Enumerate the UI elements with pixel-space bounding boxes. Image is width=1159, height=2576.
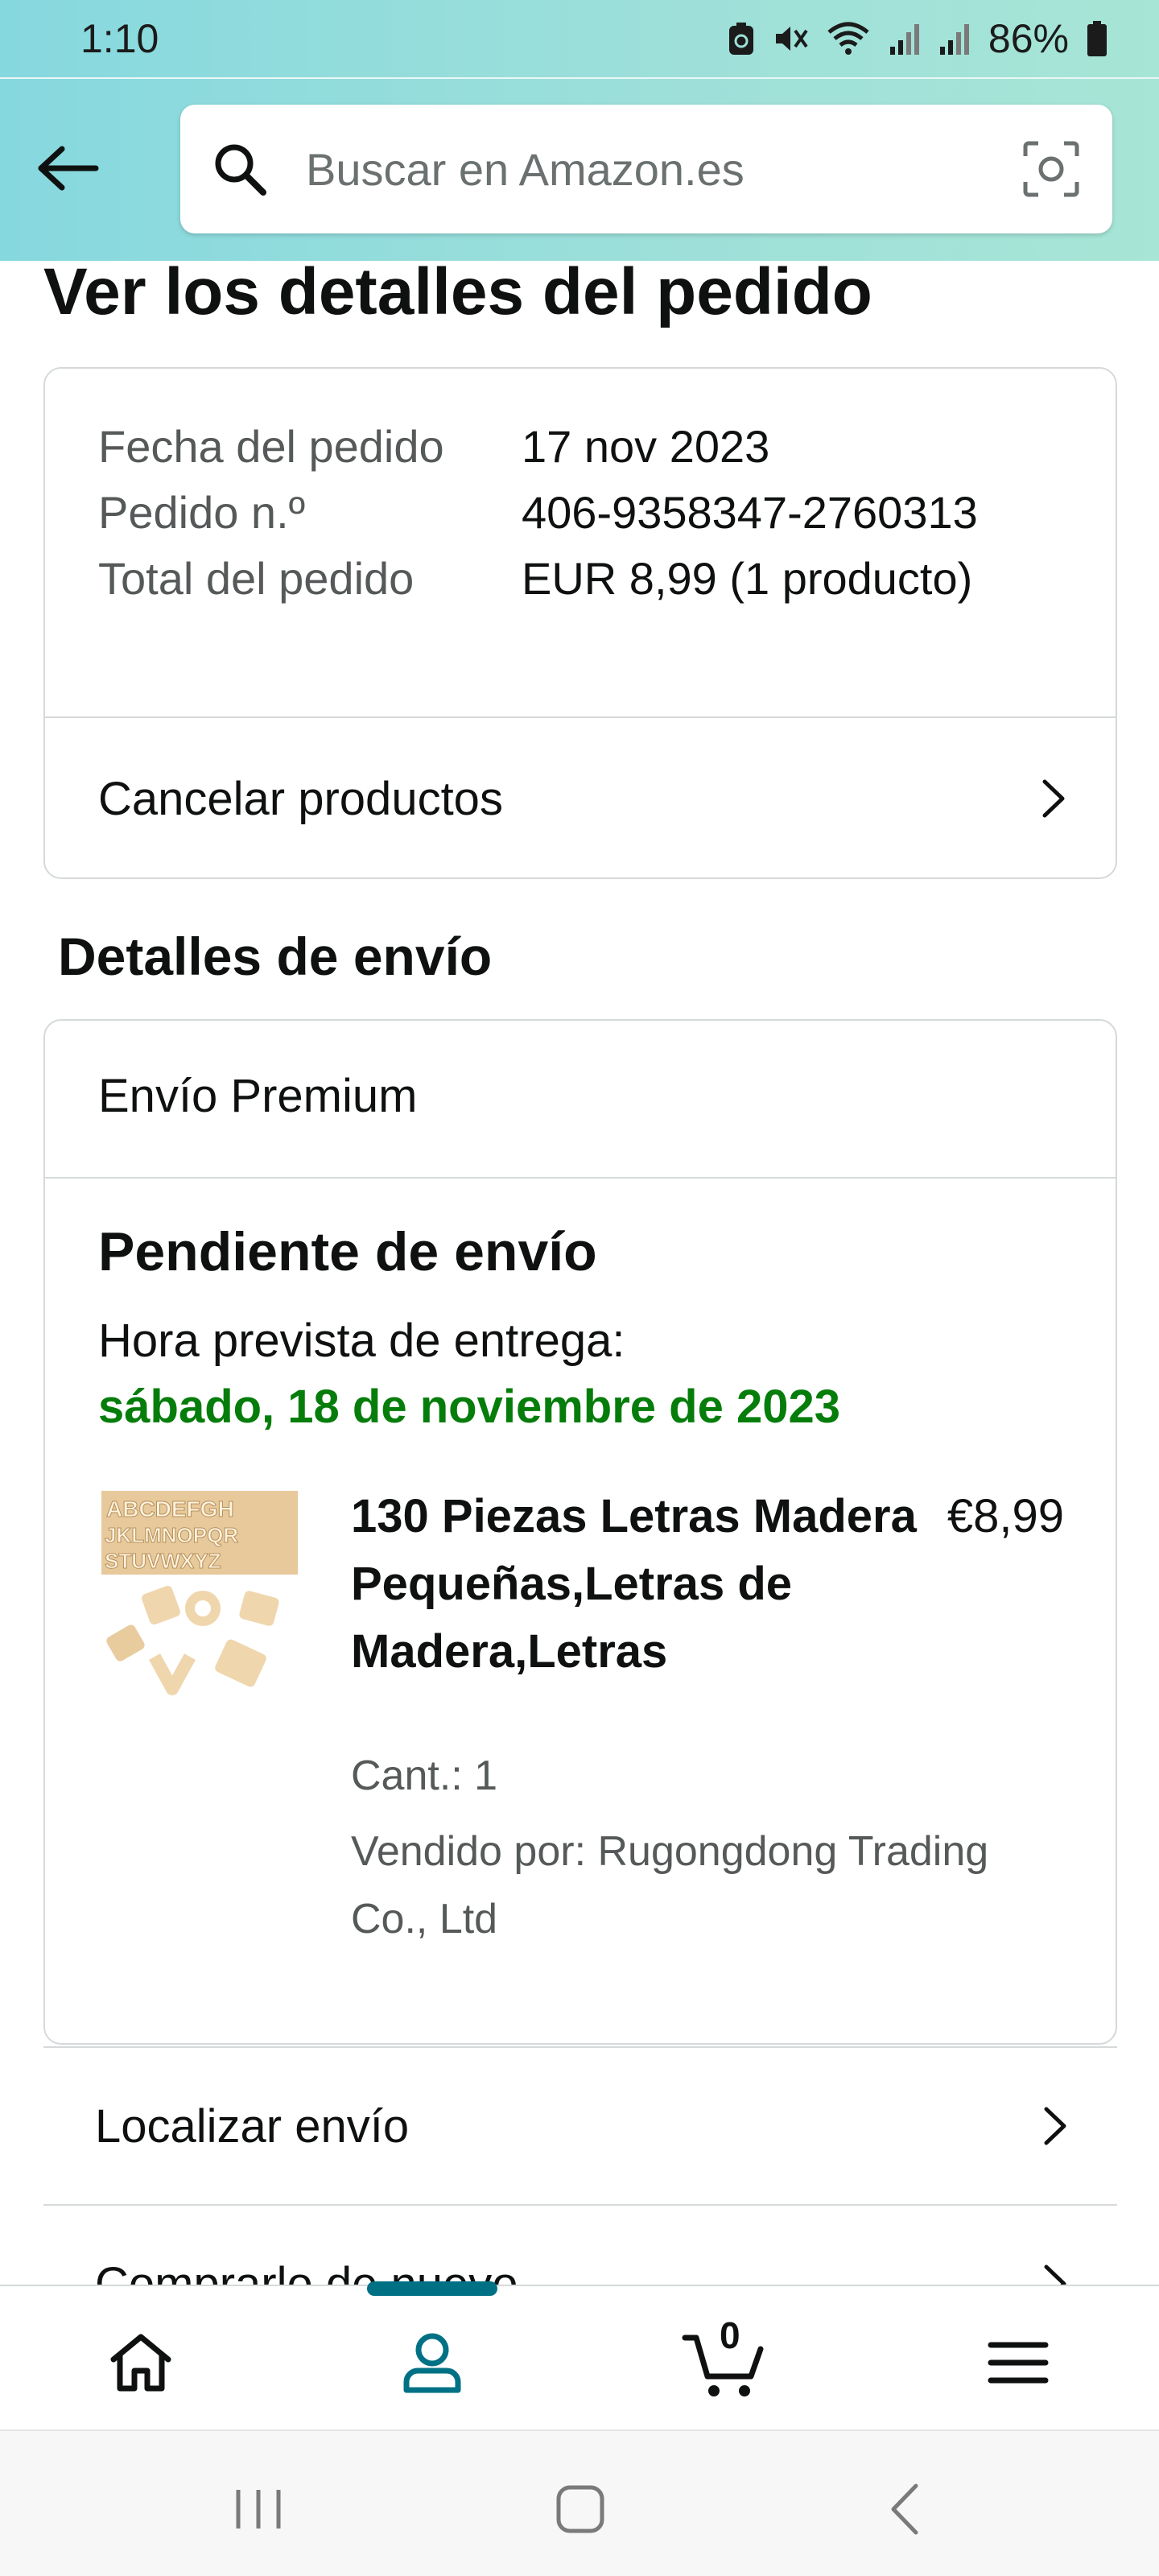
order-number-row: Pedido n.º 406-9358347-2760313 bbox=[98, 480, 1062, 546]
thumb-letters-row1: ABCDEFGH bbox=[106, 1496, 234, 1521]
track-package-label: Localizar envío bbox=[95, 2099, 410, 2153]
chevron-right-icon bbox=[1033, 778, 1074, 819]
order-summary-card: Fecha del pedido 17 nov 2023 Pedido n.º … bbox=[43, 367, 1117, 879]
status-icons: 86% bbox=[728, 15, 1107, 62]
track-package-row[interactable]: Localizar envío bbox=[43, 2048, 1117, 2204]
home-square-icon bbox=[556, 2485, 604, 2533]
product-price: €8,99 bbox=[947, 1490, 1064, 1542]
search-input[interactable] bbox=[306, 142, 1019, 196]
account-icon bbox=[403, 2333, 461, 2393]
recent-apps-icon bbox=[236, 2490, 281, 2529]
mute-icon bbox=[773, 23, 808, 55]
card-divider bbox=[45, 1177, 1116, 1179]
recycle-icon bbox=[728, 21, 755, 56]
delivery-label: Hora prevista de entrega: bbox=[98, 1315, 625, 1367]
order-number-label: Pedido n.º bbox=[98, 487, 306, 538]
search-icon[interactable] bbox=[209, 138, 270, 200]
status-bar: 1:10 86% bbox=[0, 0, 1159, 77]
order-date-value: 17 nov 2023 bbox=[522, 421, 770, 472]
cancel-products-row[interactable]: Cancelar productos bbox=[45, 718, 1116, 879]
product-seller: Vendido por: Rugongdong Trading Co., Ltd bbox=[351, 1828, 989, 1942]
camera-scan-icon[interactable] bbox=[1019, 137, 1083, 201]
shipping-status: Pendiente de envío bbox=[98, 1221, 597, 1282]
search-header bbox=[0, 79, 1159, 261]
product-quantity: Cant.: 1 bbox=[351, 1752, 498, 1799]
menu-icon bbox=[988, 2342, 1049, 2384]
order-total-row: Total del pedido EUR 8,99 (1 producto) bbox=[98, 546, 1062, 612]
signal-icon-2 bbox=[938, 21, 971, 56]
cancel-products-label: Cancelar productos bbox=[98, 772, 503, 825]
back-button[interactable] bbox=[32, 132, 105, 204]
back-system-button[interactable] bbox=[869, 2473, 942, 2545]
home-icon bbox=[110, 2334, 171, 2392]
status-time: 1:10 bbox=[80, 16, 159, 61]
thumb-letters-row2: JKLMNOPQR bbox=[105, 1523, 238, 1547]
nav-account[interactable] bbox=[388, 2318, 476, 2407]
order-date-label: Fecha del pedido bbox=[98, 421, 444, 472]
thumb-letters-row3: STUVWXYZ bbox=[105, 1549, 221, 1573]
shipping-section-title: Detalles de envío bbox=[58, 927, 493, 986]
active-tab-indicator bbox=[367, 2281, 497, 2296]
product-title[interactable]: 130 Piezas Letras Madera Pequeñas,Letras… bbox=[351, 1483, 930, 1686]
search-box[interactable] bbox=[180, 105, 1112, 233]
wifi-icon bbox=[826, 21, 871, 56]
cart-count: 0 bbox=[720, 2314, 740, 2356]
order-total-value: EUR 8,99 (1 producto) bbox=[522, 553, 973, 604]
page-title: Ver los detalles del pedido bbox=[43, 255, 872, 328]
order-number-value: 406-9358347-2760313 bbox=[522, 487, 978, 538]
battery-percent: 86% bbox=[988, 16, 1069, 61]
order-info: Fecha del pedido 17 nov 2023 Pedido n.º … bbox=[45, 369, 1116, 612]
battery-icon bbox=[1087, 21, 1107, 56]
shipping-card: Envío Premium Pendiente de envío Hora pr… bbox=[43, 1019, 1117, 2045]
bottom-nav: 0 bbox=[0, 2281, 1159, 2429]
chevron-right-icon bbox=[1035, 2106, 1075, 2146]
nav-home[interactable] bbox=[97, 2318, 185, 2407]
delivery-date: sábado, 18 de noviembre de 2023 bbox=[98, 1381, 840, 1433]
nav-cart[interactable]: 0 bbox=[679, 2314, 768, 2407]
system-nav-bar bbox=[0, 2429, 1159, 2576]
nav-menu[interactable] bbox=[974, 2318, 1062, 2407]
recent-apps-button[interactable] bbox=[222, 2473, 295, 2545]
product-image[interactable]: ABCDEFGH JKLMNOPQR STUVWXYZ bbox=[98, 1488, 301, 1705]
order-date-row: Fecha del pedido 17 nov 2023 bbox=[98, 414, 1062, 480]
home-system-button[interactable] bbox=[544, 2473, 617, 2545]
arrow-left-icon bbox=[38, 146, 99, 191]
signal-icon-1 bbox=[889, 21, 921, 56]
order-total-label: Total del pedido bbox=[98, 553, 415, 604]
shipping-type: Envío Premium bbox=[98, 1070, 418, 1122]
chevron-left-icon bbox=[891, 2483, 918, 2535]
